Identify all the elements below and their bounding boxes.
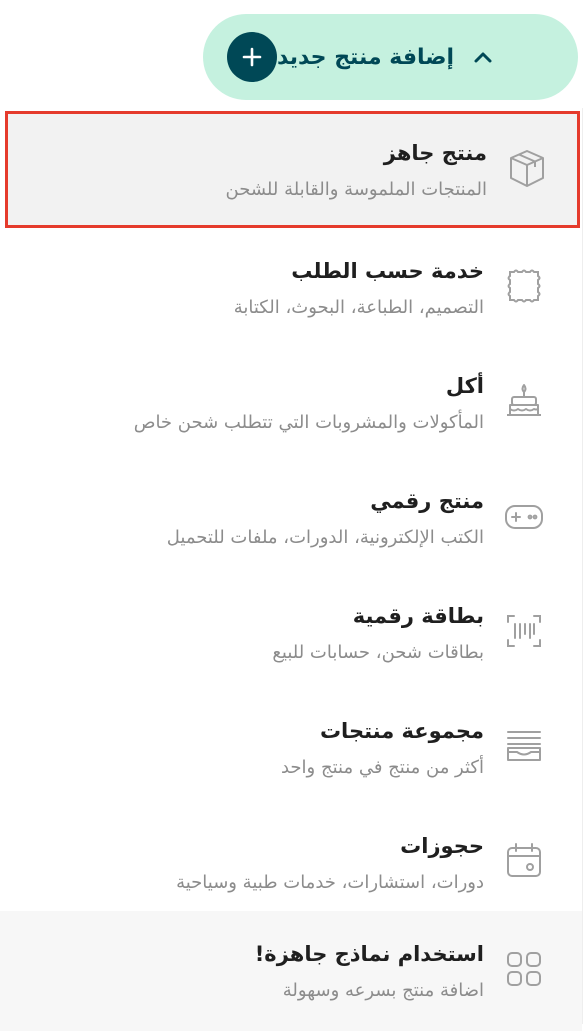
grid-icon bbox=[502, 947, 546, 991]
menu-item-digital-product[interactable]: منتج رقمي الكتب الإلكترونية، الدورات، مل… bbox=[0, 458, 582, 573]
menu-item-subtitle: المنتجات الملموسة والقابلة للشحن bbox=[225, 179, 487, 200]
templates-subtitle: اضافة منتج بسرعه وسهولة bbox=[282, 980, 484, 1001]
menu-item-title: بطاقة رقمية bbox=[352, 604, 484, 628]
menu-item-subtitle: بطاقات شحن، حسابات للبيع bbox=[272, 642, 484, 663]
cake-icon bbox=[502, 379, 546, 423]
add-new-product-label: إضافة منتج جديد bbox=[277, 44, 455, 70]
menu-item-product-bundle[interactable]: مجموعة منتجات أكثر من منتج في منتج واحد bbox=[0, 688, 582, 803]
templates-title: استخدام نماذج جاهزة! bbox=[254, 942, 484, 966]
menu-item-food[interactable]: أكل المأكولات والمشروبات التي تتطلب شحن … bbox=[0, 343, 582, 458]
box-icon bbox=[505, 147, 549, 191]
chevron-up-icon[interactable] bbox=[472, 49, 494, 65]
menu-item-title: خدمة حسب الطلب bbox=[291, 259, 484, 283]
menu-item-title: أكل bbox=[445, 374, 484, 398]
menu-item-title: منتج رقمي bbox=[370, 489, 484, 513]
stamp-icon bbox=[502, 264, 546, 308]
menu-item-subtitle: التصميم، الطباعة، البحوث، الكتابة bbox=[233, 297, 484, 318]
plus-icon bbox=[227, 32, 277, 82]
barcode-icon bbox=[502, 609, 546, 653]
use-templates-item[interactable]: استخدام نماذج جاهزة! اضافة منتج بسرعه وس… bbox=[0, 911, 582, 1031]
menu-item-subtitle: دورات، استشارات، خدمات طبية وسياحية bbox=[176, 872, 484, 893]
menu-item-subtitle: الكتب الإلكترونية، الدورات، ملفات للتحمي… bbox=[166, 527, 484, 548]
menu-item-custom-service[interactable]: خدمة حسب الطلب التصميم، الطباعة، البحوث،… bbox=[0, 228, 582, 343]
calendar-icon bbox=[502, 839, 546, 883]
menu-item-ready-product[interactable]: منتج جاهز المنتجات الملموسة والقابلة للش… bbox=[5, 111, 580, 228]
menu-item-subtitle: أكثر من منتج في منتج واحد bbox=[280, 757, 484, 778]
product-type-menu: منتج جاهز المنتجات الملموسة والقابلة للش… bbox=[0, 108, 583, 1031]
menu-item-bookings[interactable]: حجوزات دورات، استشارات، خدمات طبية وسياح… bbox=[0, 803, 582, 918]
menu-item-title: منتج جاهز bbox=[383, 141, 487, 165]
menu-item-title: مجموعة منتجات bbox=[319, 719, 484, 743]
menu-item-title: حجوزات bbox=[400, 834, 484, 858]
add-new-product-button[interactable]: إضافة منتج جديد bbox=[203, 14, 578, 100]
menu-item-subtitle: المأكولات والمشروبات التي تتطلب شحن خاص bbox=[133, 412, 484, 433]
menu-item-digital-card[interactable]: بطاقة رقمية بطاقات شحن، حسابات للبيع bbox=[0, 573, 582, 688]
stack-icon bbox=[502, 724, 546, 768]
gamepad-icon bbox=[502, 494, 546, 538]
